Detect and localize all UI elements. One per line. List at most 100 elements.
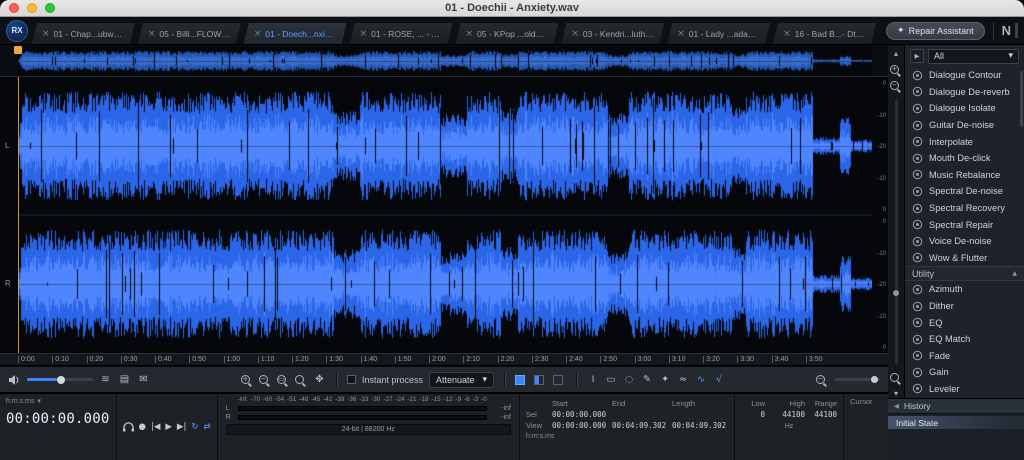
module-item-eq[interactable]: EQ: [905, 314, 1024, 331]
module-item-interpolate[interactable]: Interpolate: [905, 133, 1024, 150]
lasso-selection-tool[interactable]: ◌: [623, 374, 635, 385]
zoom-out-button[interactable]: −: [258, 375, 268, 384]
module-item-gain[interactable]: Gain: [905, 364, 1024, 381]
module-item-eq-match[interactable]: EQ Match: [905, 331, 1024, 348]
file-tab[interactable]: ×01 - Lady ...adabra.wav: [667, 23, 770, 44]
playhead-time-display[interactable]: 00:00:00.000: [6, 411, 110, 427]
previous-button[interactable]: |◀: [151, 422, 160, 432]
waveform-canvas[interactable]: [18, 77, 872, 353]
draw-wave-tool[interactable]: ∿: [695, 374, 707, 385]
time-frequency-selection-tool[interactable]: ▭: [605, 374, 617, 385]
history-header[interactable]: ◀ History: [888, 399, 1024, 414]
follow-playhead-button[interactable]: ⇄: [203, 422, 210, 432]
module-item-music-rebalance[interactable]: Music Rebalance: [905, 167, 1024, 184]
scroll-up-icon[interactable]: ▴: [894, 49, 898, 58]
waveform-display[interactable]: L R 0 -10 -20 -10 0 0 -10 -20 -10 0: [0, 77, 888, 353]
playhead-marker[interactable]: [14, 46, 22, 54]
zoom-selection-button[interactable]: ▭: [276, 375, 286, 384]
play-button[interactable]: ▶: [165, 422, 172, 432]
selection-unit-label[interactable]: h:m:s.ms: [526, 433, 728, 440]
waveform-view-button[interactable]: [515, 374, 526, 385]
file-tab[interactable]: ×16 - Bad B...- DtMF.wav: [773, 23, 876, 44]
module-item-azimuth[interactable]: Azimuth: [905, 281, 1024, 298]
waveform-overview[interactable]: [0, 45, 888, 77]
module-item-wow-flutter[interactable]: Wow & Flutter: [905, 250, 1024, 267]
repair-assistant-button[interactable]: ✦ Repair Assistant: [886, 21, 985, 40]
module-item-voice-de-noise[interactable]: Voice De-noise: [905, 233, 1024, 250]
panel-layout-icon[interactable]: ▤: [118, 374, 131, 385]
process-mode-dropdown[interactable]: Attenuate ▾: [428, 371, 495, 388]
vertical-zoom-out-button[interactable]: −: [890, 81, 899, 90]
collapse-icon[interactable]: ◀: [894, 402, 899, 410]
playhead-line[interactable]: [18, 77, 19, 353]
module-item-guitar-de-noise[interactable]: Guitar De-noise: [905, 117, 1024, 134]
time-format-selector[interactable]: h:m:s.ms ▾: [6, 397, 110, 405]
volume-slider-knob[interactable]: [56, 375, 65, 384]
tab-close-icon[interactable]: ×: [783, 29, 791, 39]
close-window-button[interactable]: [9, 3, 19, 13]
waveform-spectrogram-blend-icon[interactable]: ≋: [99, 374, 112, 385]
history-item[interactable]: Initial State: [888, 416, 1024, 429]
zoom-fit-button[interactable]: [294, 375, 304, 384]
minimize-window-button[interactable]: [27, 3, 37, 13]
vertical-scrollbar-thumb[interactable]: [893, 289, 899, 296]
module-item-spectral-de-noise[interactable]: Spectral De-noise: [905, 183, 1024, 200]
preview-play-icon[interactable]: ▶: [910, 49, 924, 63]
utility-section-header[interactable]: Utility ▲: [905, 266, 1024, 282]
feedback-icon[interactable]: ✉: [137, 374, 150, 385]
fullscreen-window-button[interactable]: [45, 3, 55, 13]
file-tab[interactable]: ×05 - Billi...FLOWER.wav: [138, 23, 241, 44]
record-button[interactable]: ●: [139, 422, 146, 432]
vertical-zoom-fit-button[interactable]: [890, 373, 899, 382]
module-item-leveler[interactable]: Leveler: [905, 381, 1024, 398]
collapse-up-icon[interactable]: ▲: [1012, 270, 1017, 277]
file-tab[interactable]: ×01 - Doech...nxiety.wav: [244, 23, 347, 44]
module-item-dialogue-de-reverb[interactable]: Dialogue De-reverb: [905, 84, 1024, 101]
hand-tool-button[interactable]: ✥: [313, 374, 326, 385]
time-selection-tool[interactable]: I: [587, 374, 599, 385]
zoom-in-button[interactable]: +: [240, 375, 250, 384]
module-item-dialogue-contour[interactable]: Dialogue Contour: [905, 67, 1024, 84]
tab-close-icon[interactable]: ×: [677, 29, 685, 39]
file-tab[interactable]: ×01 - ROSE, ... - APT..wav: [350, 23, 453, 44]
overview-waveform-canvas[interactable]: [18, 46, 872, 76]
horizontal-zoom-out-button[interactable]: −: [816, 375, 825, 384]
next-button[interactable]: ▶|: [177, 422, 186, 432]
tab-close-icon[interactable]: ×: [571, 29, 579, 39]
find-similar-tool[interactable]: ≈: [677, 374, 689, 385]
rx-logo[interactable]: RX: [6, 19, 28, 42]
tab-close-icon[interactable]: ×: [466, 29, 474, 39]
module-item-fade[interactable]: Fade: [905, 348, 1024, 365]
module-item-mouth-de-click[interactable]: Mouth De-click: [905, 150, 1024, 167]
tab-close-icon[interactable]: ×: [42, 29, 50, 39]
monitor-volume-icon[interactable]: [8, 374, 21, 385]
split-view-button[interactable]: [534, 374, 545, 385]
tab-close-icon[interactable]: ×: [148, 29, 156, 39]
module-item-spectral-repair[interactable]: Spectral Repair: [905, 216, 1024, 233]
module-item-dialogue-isolate[interactable]: Dialogue Isolate: [905, 100, 1024, 117]
module-item-dither[interactable]: Dither: [905, 298, 1024, 315]
vertical-scrollbar[interactable]: [893, 99, 899, 364]
brush-selection-tool[interactable]: ✎: [641, 374, 653, 385]
instant-process-checkbox[interactable]: [346, 375, 356, 384]
tab-close-icon[interactable]: ×: [360, 29, 368, 39]
draw-curve-tool[interactable]: √: [713, 374, 725, 385]
file-tab[interactable]: ×05 - KPop ...olden.wav: [456, 23, 559, 44]
volume-slider[interactable]: [27, 375, 93, 384]
timeline-ruler[interactable]: 0:00 0:10 0:20 0:30 0:40 0:50 1:00 1:10 1:20 1:30…: [0, 353, 888, 366]
module-filter-dropdown[interactable]: All ▾: [928, 48, 1019, 64]
loop-playback-button[interactable]: ↻: [191, 422, 198, 432]
file-tab[interactable]: ×01 - Chap...ubway.wav: [32, 23, 135, 44]
horizontal-zoom-slider[interactable]: [834, 376, 880, 383]
module-item-spectral-recovery[interactable]: Spectral Recovery: [905, 200, 1024, 217]
tab-close-icon[interactable]: ×: [254, 29, 262, 39]
spectrogram-view-button[interactable]: [553, 374, 564, 385]
module-list-scrollbar[interactable]: [1020, 71, 1023, 127]
monitor-headphones-button[interactable]: [122, 422, 134, 432]
magic-wand-tool[interactable]: ✦: [659, 374, 671, 385]
vertical-zoom-in-button[interactable]: +: [890, 65, 899, 74]
scroll-down-icon[interactable]: ▾: [894, 389, 898, 398]
file-tab[interactable]: ×03 - Kendri...luther.wav: [561, 23, 664, 44]
horizontal-zoom-knob[interactable]: [870, 376, 878, 383]
amplitude-tick: 0: [882, 81, 886, 87]
